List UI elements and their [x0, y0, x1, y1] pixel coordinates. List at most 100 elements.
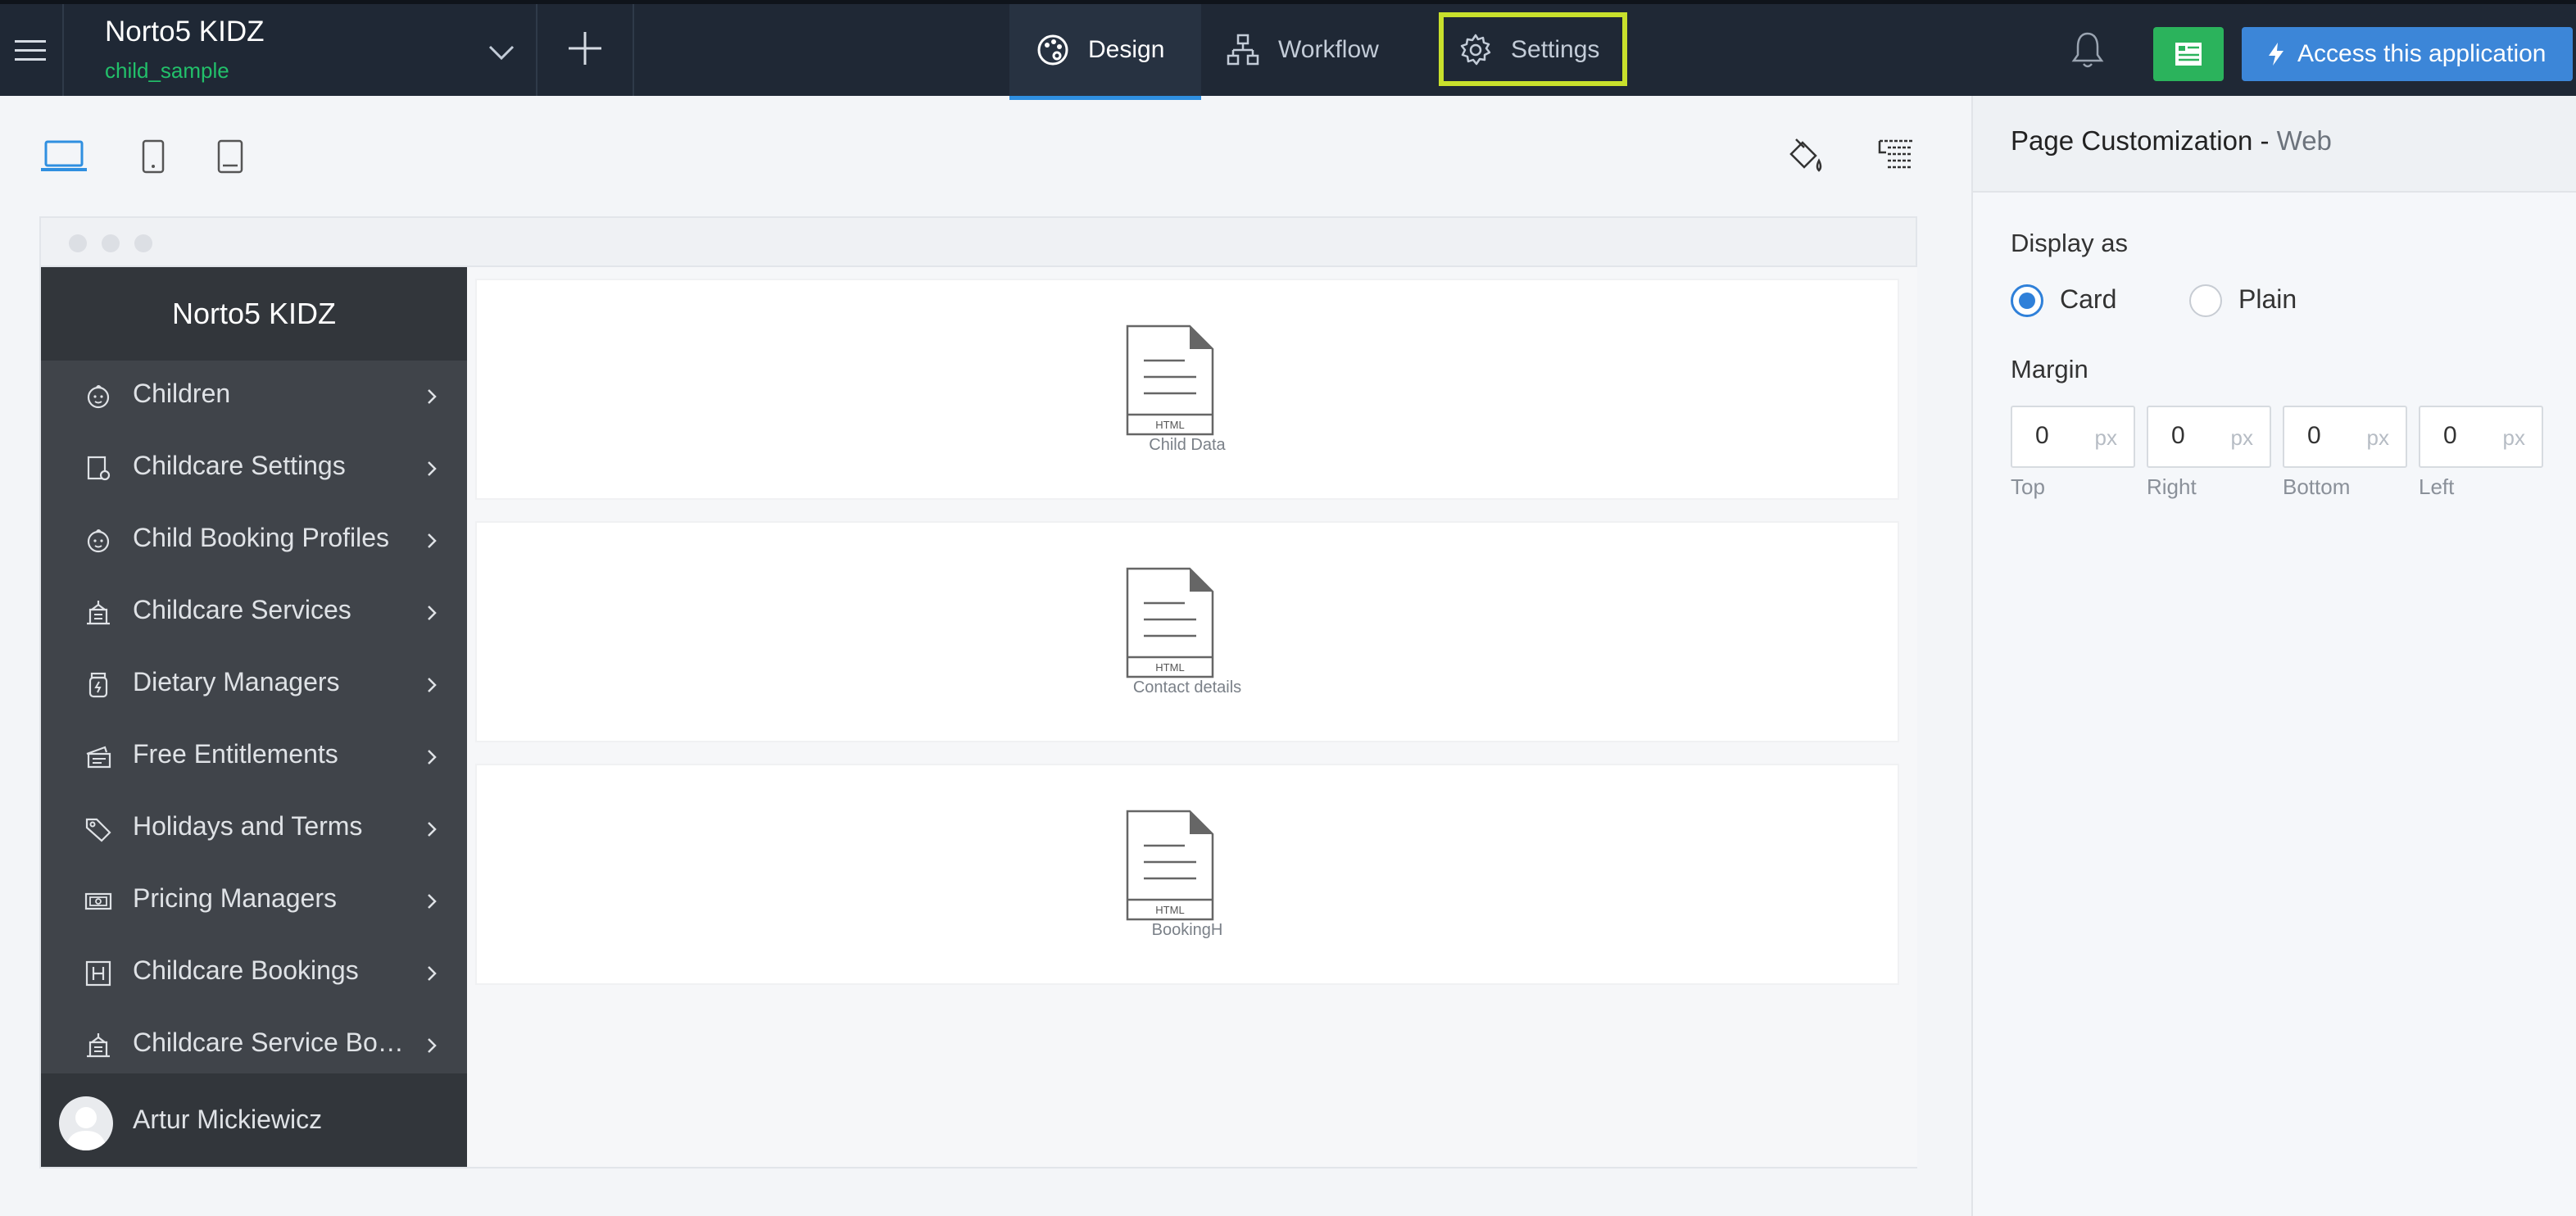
- html-file-text: HTML: [1155, 419, 1184, 431]
- html-file-icon: HTML: [1126, 567, 1214, 678]
- sidebar-item-holidays-and-terms[interactable]: Holidays and Terms: [41, 793, 467, 865]
- window-dot: [69, 234, 87, 252]
- sidebar-item-childcare-bookings[interactable]: Childcare Bookings: [41, 937, 467, 1010]
- html-file-text: HTML: [1155, 904, 1184, 916]
- tab-workflow[interactable]: Workflow: [1226, 4, 1422, 96]
- layout-settings-icon: [1878, 139, 1912, 169]
- chevron-right-icon: [428, 389, 437, 404]
- user-avatar-icon: [66, 1107, 107, 1150]
- app-view-button[interactable]: [2153, 27, 2224, 81]
- margin-unit: px: [2094, 425, 2117, 450]
- sidebar-item-childcare-services[interactable]: Childcare Services: [41, 577, 467, 649]
- child-face-icon: [87, 529, 110, 553]
- lightning-icon: [2269, 43, 2283, 66]
- list-view-icon: [2175, 43, 2202, 66]
- radio-card[interactable]: [2011, 284, 2043, 317]
- html-file-text: HTML: [1155, 661, 1184, 674]
- tab-design[interactable]: Design: [1009, 4, 1201, 100]
- radio-card-label[interactable]: Card: [2060, 284, 2116, 315]
- sidebar-item-childcare-service-bookings[interactable]: Childcare Service Boo...: [41, 1010, 467, 1082]
- hamburger-menu-icon[interactable]: [15, 40, 46, 61]
- ticket-icon: [86, 746, 111, 769]
- access-application-button[interactable]: Access this application: [2242, 27, 2573, 81]
- chevron-right-icon: [428, 461, 437, 476]
- letter-h-icon: [85, 960, 111, 987]
- html-file-icon: HTML: [1126, 324, 1214, 436]
- chevron-right-icon: [428, 750, 437, 765]
- sidebar-item-label: Childcare Service Boo...: [133, 1028, 411, 1057]
- preview-sidebar: Norto5 KIDZ Children Childcare Settings …: [41, 267, 467, 1167]
- sidebar-item-child-booking-profiles[interactable]: Child Booking Profiles: [41, 505, 467, 577]
- margin-top-input[interactable]: 0 px: [2011, 406, 2135, 468]
- sidebar-item-label: Childcare Settings: [133, 451, 346, 480]
- device-tablet[interactable]: [141, 139, 166, 178]
- sidebar-item-label: Dietary Managers: [133, 667, 340, 696]
- margin-unit: px: [2366, 425, 2389, 450]
- card-label: Child Data: [1149, 436, 1226, 454]
- app-root: Norto5 KIDZ child_sample Design Workflow…: [0, 0, 2576, 1216]
- building-icon: [87, 1033, 110, 1058]
- laptop-icon: [41, 140, 87, 171]
- money-icon: [84, 892, 112, 910]
- sidebar-item-dietary-managers[interactable]: Dietary Managers: [41, 649, 467, 721]
- panel-title-main: Page Customization -: [2011, 125, 2277, 156]
- paint-bucket-icon: [1789, 138, 1822, 172]
- display-as-label: Display as: [2011, 229, 2128, 257]
- html-card-booking[interactable]: HTML BookingH: [475, 764, 1899, 985]
- html-card-child-data[interactable]: HTML Child Data: [475, 279, 1899, 500]
- html-card-contact-details[interactable]: HTML Contact details: [475, 521, 1899, 742]
- device-tablet-landscape[interactable]: [216, 139, 244, 178]
- sidebar-user[interactable]: Artur Mickiewicz: [41, 1073, 467, 1167]
- margin-right-input[interactable]: 0 px: [2147, 406, 2271, 468]
- layout-settings-tool[interactable]: [1876, 136, 1916, 179]
- app-title: Norto5 KIDZ: [105, 16, 265, 48]
- paint-bucket-tool[interactable]: [1785, 136, 1824, 179]
- tablet-icon: [142, 139, 165, 174]
- margin-bottom-input[interactable]: 0 px: [2283, 406, 2407, 468]
- user-name: Artur Mickiewicz: [133, 1105, 323, 1134]
- sidebar-title: Norto5 KIDZ: [41, 267, 467, 361]
- sidebar-item-label: Holidays and Terms: [133, 811, 363, 841]
- chevron-right-icon: [428, 1038, 437, 1053]
- chevron-right-icon: [428, 894, 437, 909]
- margin-bottom-label: Bottom: [2283, 474, 2351, 499]
- margin-left-input[interactable]: 0 px: [2419, 406, 2543, 468]
- margin-value: 0: [2307, 422, 2321, 449]
- window-dot: [134, 234, 152, 252]
- jar-icon: [88, 672, 108, 698]
- panel-header: Page Customization - Web: [1973, 96, 2576, 193]
- radio-plain[interactable]: [2189, 284, 2222, 317]
- window-titlebar: [41, 218, 1916, 267]
- sidebar-item-childcare-settings[interactable]: Childcare Settings: [41, 433, 467, 505]
- sidebar-item-pricing-managers[interactable]: Pricing Managers: [41, 865, 467, 937]
- bell-icon[interactable]: [2070, 30, 2106, 74]
- sidebar-item-label: Childcare Bookings: [133, 955, 359, 985]
- card-label: BookingH: [1151, 921, 1223, 939]
- margin-left-label: Left: [2419, 474, 2455, 499]
- card-label: Contact details: [1132, 678, 1242, 696]
- palette-icon: [1037, 34, 1068, 66]
- device-laptop[interactable]: [39, 139, 88, 178]
- margin-value: 0: [2171, 422, 2185, 449]
- child-face-icon: [87, 385, 110, 409]
- sidebar-item-free-entitlements[interactable]: Free Entitlements: [41, 721, 467, 793]
- sidebar-item-label: Childcare Services: [133, 595, 351, 624]
- page-customization-panel: Page Customization - Web Display as Card…: [1971, 96, 2576, 1216]
- app-subtitle: child_sample: [105, 58, 229, 83]
- chevron-right-icon: [428, 966, 437, 981]
- add-icon[interactable]: [565, 29, 605, 75]
- sidebar-item-label: Pricing Managers: [133, 883, 337, 913]
- avatar[interactable]: [59, 1096, 113, 1150]
- chevron-down-icon[interactable]: [485, 35, 518, 72]
- sidebar-item-label: Child Booking Profiles: [133, 523, 390, 552]
- settings-highlight-box: [1439, 12, 1627, 86]
- margin-top-label: Top: [2011, 474, 2045, 499]
- window-dot: [102, 234, 120, 252]
- settings-doc-icon: [87, 456, 111, 481]
- access-application-label: Access this application: [2297, 40, 2547, 67]
- tab-design-label: Design: [1088, 36, 1165, 63]
- radio-plain-label[interactable]: Plain: [2238, 284, 2297, 315]
- sidebar-item-children[interactable]: Children: [41, 361, 467, 433]
- preview-frame: Norto5 KIDZ Children Childcare Settings …: [39, 216, 1917, 1168]
- panel-title: Page Customization - Web: [2011, 125, 2332, 157]
